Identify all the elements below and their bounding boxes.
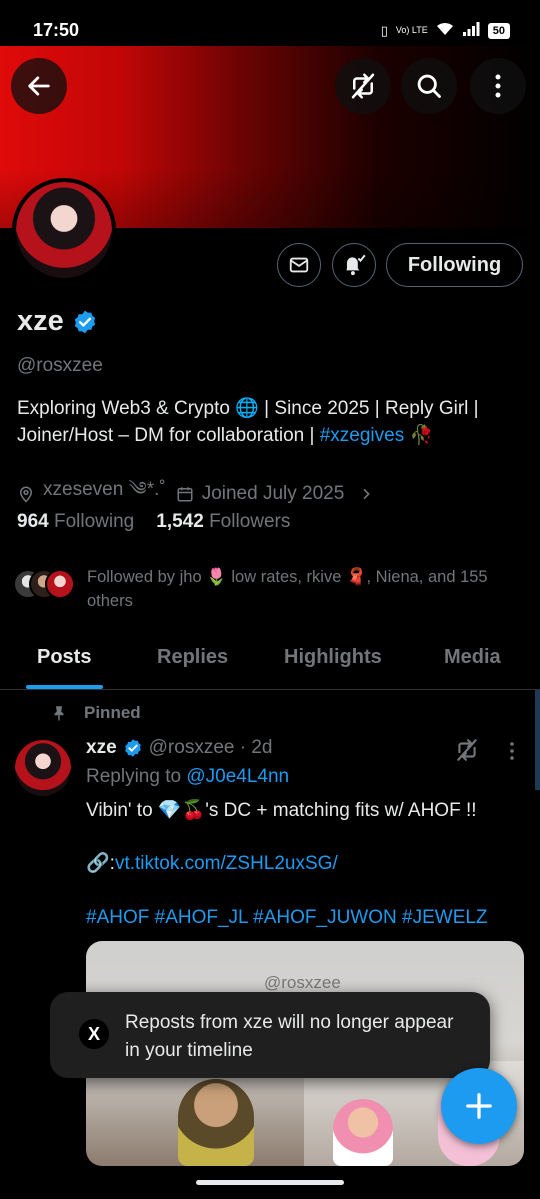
pinned-label: Pinned: [84, 703, 141, 722]
more-vertical-icon: [510, 742, 514, 760]
calendar-icon: [177, 487, 193, 502]
toast-message: Reposts from xze will no longer appear i…: [125, 1012, 454, 1061]
message-button[interactable]: [277, 243, 321, 287]
profile-tabs: Posts Replies Highlights Media: [0, 636, 540, 690]
followed-by-avatars: [13, 565, 79, 603]
post-hashtags[interactable]: #AHOF #AHOF_JL #AHOF_JUWON #JEWELZ: [86, 907, 488, 929]
repost-off-icon: [457, 739, 477, 761]
media-person: [333, 1099, 393, 1166]
post-more-button[interactable]: [504, 740, 520, 767]
signal-icon: [462, 22, 480, 39]
tab-highlights[interactable]: Highlights: [284, 646, 382, 669]
following-count-link[interactable]: 964 Following: [17, 511, 134, 533]
bio-emoji: 🥀: [409, 425, 434, 446]
status-time: 17:50: [33, 20, 80, 40]
battery-indicator: 50: [487, 22, 510, 39]
post-header: xze @rosxzee · 2d: [86, 737, 272, 759]
chevron-right-icon: [363, 488, 371, 500]
repost-off-icon: [351, 73, 375, 99]
following-label: Following: [53, 511, 135, 532]
search-button[interactable]: [401, 58, 457, 114]
joined-item[interactable]: Joined July 2025: [176, 483, 375, 505]
post-body-text: Vibin' to 💎🍒's DC + matching fits w/ AHO…: [86, 800, 477, 821]
link-prefix: 🔗:: [86, 853, 115, 874]
followed-by-row[interactable]: Followed by jho 🌷 low rates, rkive 🧣, Ni…: [13, 565, 528, 613]
media-person: [178, 1079, 254, 1166]
replying-prefix: Replying to: [86, 766, 187, 787]
followed-by-text: Followed by jho 🌷 low rates, rkive 🧣, Ni…: [87, 568, 488, 610]
more-vertical-icon: [495, 74, 501, 98]
arrow-left-icon: [28, 76, 50, 96]
post-author-name[interactable]: xze: [86, 737, 117, 759]
post-handle-time: @rosxzee · 2d: [148, 737, 273, 758]
back-button[interactable]: [11, 58, 67, 114]
more-options-button[interactable]: [470, 58, 526, 114]
profile-avatar[interactable]: [12, 178, 116, 282]
plus-icon: [466, 1093, 492, 1119]
turn-off-reposts-button[interactable]: [335, 58, 391, 114]
status-bar: 17:50 ▯ Vo) LTE 50: [0, 0, 540, 46]
vibrate-icon: ▯: [380, 22, 388, 38]
toast-notification: X Reposts from xze will no longer appear…: [50, 992, 490, 1078]
status-icons: ▯ Vo) LTE 50: [381, 22, 510, 39]
bio-hashtag-link[interactable]: #xzegives: [320, 425, 405, 446]
tab-posts[interactable]: Posts: [37, 646, 91, 669]
home-indicator[interactable]: [196, 1180, 344, 1185]
verified-badge-icon: [124, 739, 141, 757]
active-tab-indicator: [26, 685, 103, 689]
follow-counts: 964 Following 1,542 Followers: [17, 511, 290, 533]
tab-replies[interactable]: Replies: [157, 646, 228, 669]
notifications-button[interactable]: [332, 243, 376, 287]
followers-count-link[interactable]: 1,542 Followers: [156, 511, 290, 533]
joined-text: Joined July 2025: [201, 483, 345, 504]
replying-to-link[interactable]: @J0e4L4nn: [186, 766, 289, 787]
post-link[interactable]: vt.tiktok.com/ZSHL2uxSG/: [115, 853, 338, 874]
bell-check-icon: [346, 254, 366, 276]
search-icon: [417, 74, 441, 98]
post-author-avatar[interactable]: [15, 740, 71, 796]
following-button[interactable]: Following: [386, 243, 523, 287]
pin-icon: [54, 706, 64, 721]
media-watermark: @rosxzee: [264, 973, 341, 992]
compose-post-button[interactable]: [441, 1068, 517, 1144]
following-count: 964: [17, 511, 49, 532]
x-logo-icon: X: [79, 1019, 109, 1049]
post-repost-off-button[interactable]: [454, 737, 480, 768]
location-pin-icon: [19, 486, 33, 503]
profile-bio: Exploring Web3 & Crypto 🌐 | Since 2025 |…: [17, 395, 527, 449]
verified-badge-icon[interactable]: [72, 309, 98, 335]
followers-label: Followers: [209, 511, 291, 532]
followers-count: 1,542: [156, 511, 204, 532]
replying-to: Replying to @J0e4L4nn: [86, 766, 289, 788]
scrollbar-thumb[interactable]: [535, 690, 540, 790]
profile-name: xze: [17, 305, 64, 337]
profile-handle: @rosxzee: [17, 355, 103, 376]
tab-media[interactable]: Media: [444, 646, 501, 669]
wifi-icon: [436, 22, 454, 39]
pinned-label-row: Pinned: [50, 703, 141, 723]
avatar: [45, 569, 75, 599]
post-link-line: 🔗:vt.tiktok.com/ZSHL2uxSG/: [86, 851, 338, 875]
network-label: Vo) LTE: [395, 25, 428, 35]
profile-name-row: xze: [17, 305, 98, 338]
envelope-icon: [289, 257, 309, 273]
